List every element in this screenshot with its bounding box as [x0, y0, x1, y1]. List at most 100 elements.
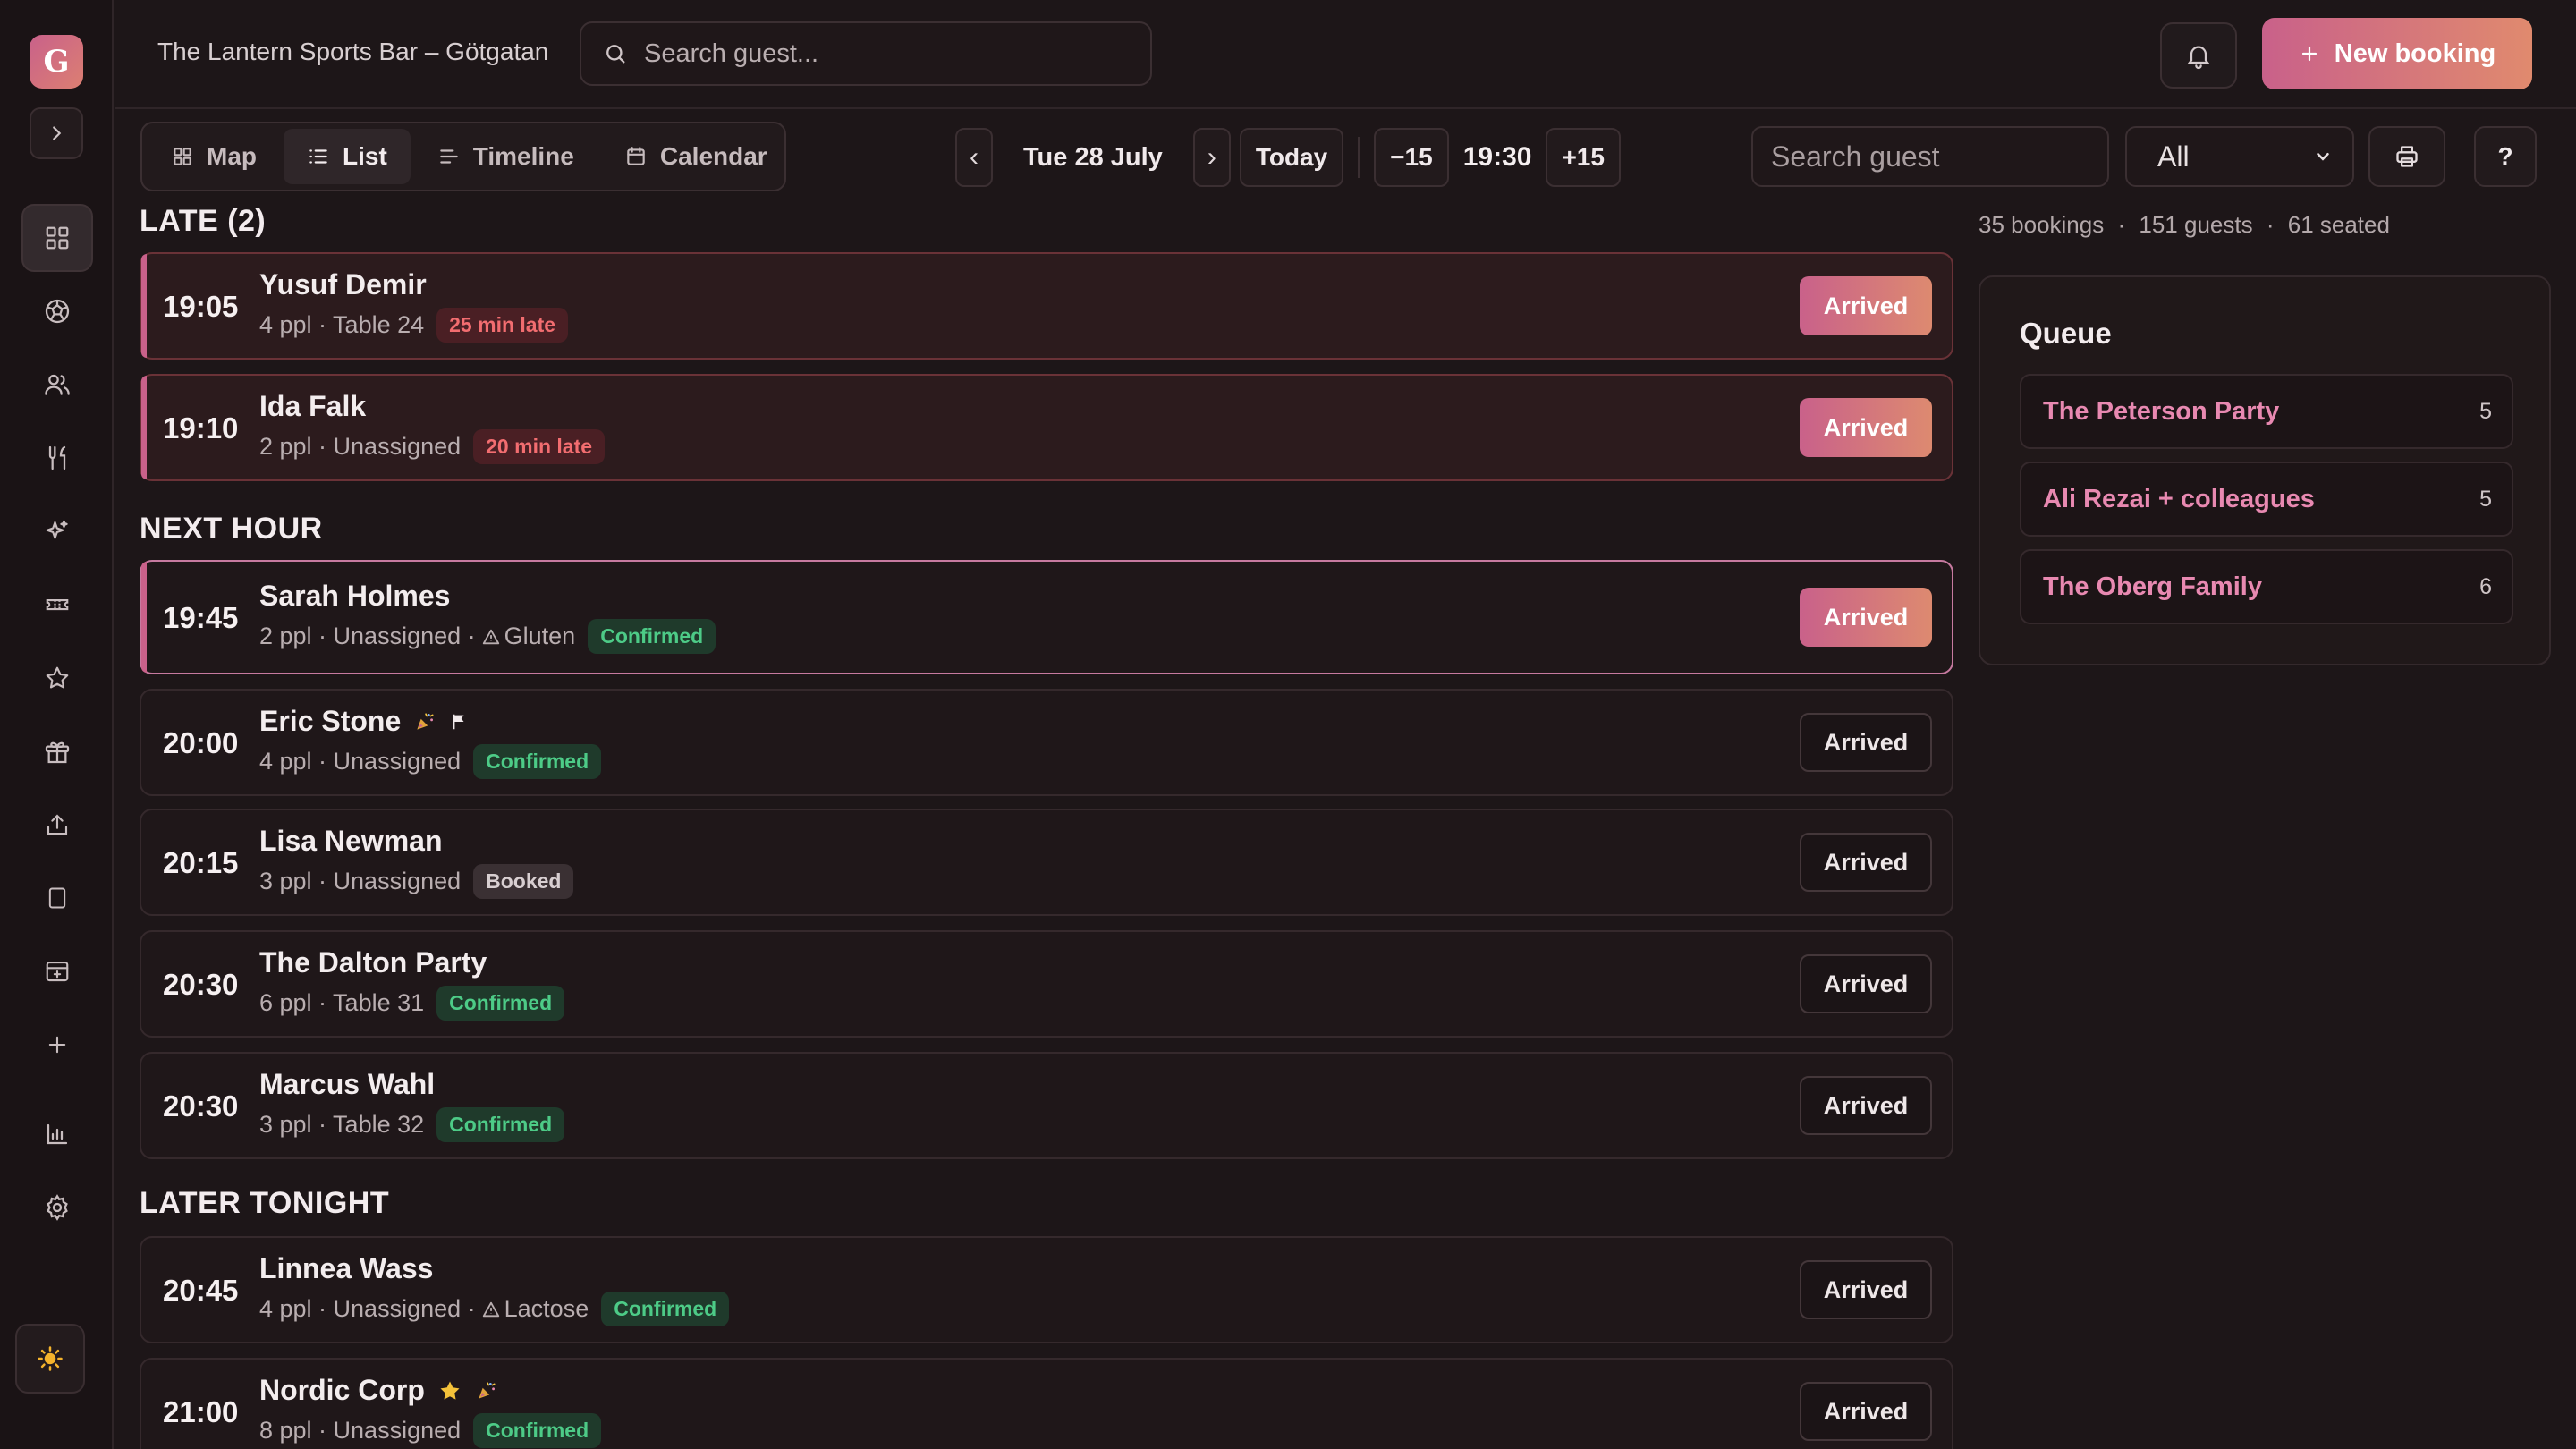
tab-calendar-label: Calendar [659, 142, 767, 170]
section-later-tonight: LATER TONIGHT [140, 1186, 390, 1220]
divider [1358, 137, 1360, 178]
queue-item[interactable]: The Peterson Party 5 [2020, 374, 2513, 449]
nav-layout[interactable] [21, 937, 93, 1005]
arrived-button[interactable]: Arrived [1800, 954, 1932, 1013]
print-button[interactable] [2368, 126, 2445, 187]
nav-menu[interactable] [21, 424, 93, 492]
booking-card[interactable]: 20:00 Eric Stone 4 ppl · Unassigned Conf… [140, 689, 1953, 796]
guest-name: Yusuf Demir [259, 268, 427, 301]
users-icon [43, 370, 72, 399]
ball-icon [43, 297, 72, 326]
nav-add[interactable] [21, 1011, 93, 1079]
warning-icon [481, 627, 501, 647]
sun-icon [37, 1345, 64, 1372]
booking-card[interactable]: 20:45 Linnea Wass 4 ppl · Unassigned · L… [140, 1236, 1953, 1343]
plus-15-button[interactable]: +15 [1546, 128, 1621, 187]
expand-sidebar-button[interactable] [30, 107, 83, 159]
guest-name: The Dalton Party [259, 946, 487, 979]
booking-card[interactable]: 19:05 Yusuf Demir 4 ppl · Table 24 25 mi… [140, 252, 1953, 360]
nav-reports[interactable] [21, 1100, 93, 1168]
new-booking-label: New booking [2334, 38, 2496, 68]
tablet-icon [45, 886, 70, 911]
arrived-button[interactable]: Arrived [1800, 588, 1932, 647]
nav-ai[interactable] [21, 497, 93, 565]
booking-details: 3 ppl · Table 32 [259, 1111, 425, 1138]
utensils-icon [43, 444, 72, 472]
nav-settings[interactable] [21, 1174, 93, 1241]
map-grid-icon [171, 145, 194, 168]
status-badge: Booked [473, 864, 574, 899]
booking-card[interactable]: 21:00 Nordic Corp 8 ppl · Unassigned Con… [140, 1358, 1953, 1449]
guest-search-field[interactable]: Search guest... [580, 21, 1152, 86]
party-icon [475, 1379, 498, 1402]
new-booking-button[interactable]: New booking [2262, 18, 2532, 89]
booking-time: 20:15 [163, 846, 239, 879]
chart-icon [44, 1121, 71, 1148]
queue-item[interactable]: The Oberg Family 6 [2020, 549, 2513, 624]
status-filter-select[interactable]: All [2125, 126, 2354, 187]
arrived-button[interactable]: Arrived [1800, 833, 1932, 892]
booking-details: 4 ppl · Table 24 [259, 311, 425, 338]
tab-map[interactable]: Map [148, 129, 280, 184]
venue-name[interactable]: The Lantern Sports Bar – Götgatan [157, 38, 548, 66]
booking-time: 20:45 [163, 1274, 239, 1307]
notifications-button[interactable] [2160, 22, 2237, 89]
previous-day-button[interactable]: ‹ [955, 128, 993, 187]
sidebar: G [0, 0, 114, 1449]
separator: · [2266, 211, 2275, 238]
arrived-button[interactable]: Arrived [1800, 398, 1932, 457]
help-button[interactable]: ? [2474, 126, 2537, 187]
booking-card[interactable]: 20:30 Marcus Wahl 3 ppl · Table 32 Confi… [140, 1052, 1953, 1159]
venue-logo[interactable]: G [30, 35, 83, 89]
status-filter-value: All [2157, 140, 2190, 173]
booking-card[interactable]: 20:15 Lisa Newman 3 ppl · Unassigned Boo… [140, 809, 1953, 916]
booking-time: 20:30 [163, 1089, 239, 1123]
booking-meta: 3 ppl · Table 32 Confirmed [259, 1107, 565, 1142]
late-badge: 25 min late [436, 308, 569, 343]
next-day-button[interactable]: › [1192, 128, 1231, 187]
arrived-button[interactable]: Arrived [1800, 713, 1932, 772]
tab-timeline[interactable]: Timeline [414, 129, 597, 184]
tab-map-label: Map [207, 142, 257, 170]
queue-item-name: The Oberg Family [2043, 572, 2262, 601]
booking-details: 2 ppl · Unassigned [259, 433, 462, 460]
nav-tablet[interactable] [21, 864, 93, 932]
guest-filter-input[interactable] [1751, 126, 2109, 187]
today-button[interactable]: Today [1239, 128, 1344, 187]
chevron-down-icon [2313, 147, 2333, 166]
booking-card[interactable]: 19:45 Sarah Holmes 2 ppl · Unassigned · … [140, 560, 1953, 674]
nav-guests[interactable] [21, 351, 93, 419]
allergy-note: Lactose [481, 1295, 589, 1323]
seated-count: 61 seated [2287, 211, 2390, 238]
date-navigator: ‹ Tue 28 July › Today −15 19:30 +15 [955, 128, 1621, 187]
arrived-button[interactable]: Arrived [1800, 1382, 1932, 1441]
nav-tickets[interactable] [21, 571, 93, 639]
view-switcher: Map List Timeline Calendar [140, 122, 786, 191]
booking-card[interactable]: 19:10 Ida Falk 2 ppl · Unassigned 20 min… [140, 374, 1953, 481]
minus-15-button[interactable]: −15 [1374, 128, 1449, 187]
plus-icon [45, 1032, 70, 1057]
nav-export[interactable] [21, 791, 93, 859]
booking-card[interactable]: 20:30 The Dalton Party 6 ppl · Table 31 … [140, 930, 1953, 1038]
arrived-button[interactable]: Arrived [1800, 1260, 1932, 1319]
tab-list[interactable]: List [284, 129, 411, 184]
upload-icon [44, 811, 71, 838]
arrived-button[interactable]: Arrived [1800, 1076, 1932, 1135]
nav-gift-cards[interactable] [21, 717, 93, 785]
current-date[interactable]: Tue 28 July [1002, 143, 1184, 173]
section-late: LATE (2) [140, 204, 267, 238]
tab-list-label: List [343, 142, 387, 170]
allergy-text: Gluten [504, 623, 576, 649]
queue-item[interactable]: Ali Rezai + colleagues 5 [2020, 462, 2513, 537]
nav-dashboard[interactable] [21, 204, 93, 272]
flag-icon [449, 712, 469, 732]
arrived-button[interactable]: Arrived [1800, 276, 1932, 335]
booking-time: 19:05 [163, 290, 239, 323]
guests-count: 151 guests [2139, 211, 2253, 238]
nav-reviews[interactable] [21, 644, 93, 712]
current-time[interactable]: 19:30 [1458, 142, 1538, 173]
queue-item-count: 5 [2479, 486, 2492, 512]
theme-toggle-button[interactable] [15, 1324, 85, 1394]
tab-calendar[interactable]: Calendar [601, 129, 791, 184]
nav-sports[interactable] [21, 277, 93, 345]
